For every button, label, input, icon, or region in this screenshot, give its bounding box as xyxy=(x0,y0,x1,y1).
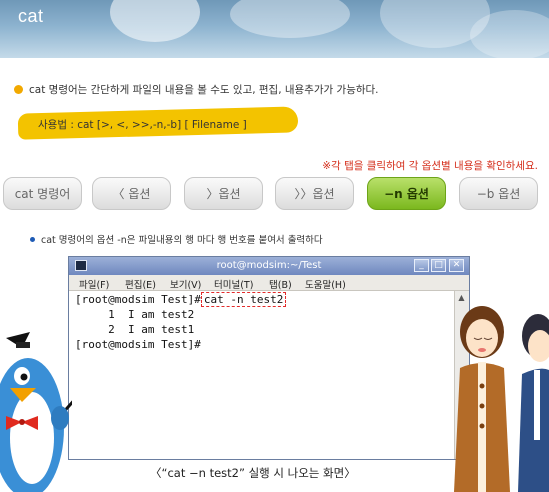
people-illustration-icon xyxy=(454,306,549,492)
terminal-line: [root@modsim Test]# xyxy=(75,338,201,351)
usage-text: 사용법 : cat [>, <, >>,-n,-b] [ Filename ] xyxy=(38,119,247,131)
terminal-output[interactable]: [root@modsim Test]# cat -n test2 1 I am t… xyxy=(69,291,455,459)
bullet-dot-icon xyxy=(14,85,23,94)
terminal-line: 1 I am test2 xyxy=(75,308,195,321)
penguin-mascot-icon xyxy=(0,332,72,492)
description: cat 명령어는 간단하게 파일의 내용을 볼 수도 있고, 편집, 내용추가가… xyxy=(14,82,379,97)
terminal-line: 2 I am test1 xyxy=(75,323,195,336)
tab-append-redirect[interactable]: 〉〉옵션 xyxy=(275,177,354,210)
maximize-icon[interactable]: □ xyxy=(431,259,446,272)
terminal-window: root@modsim:~/Test _ □ ✕ 파일(F) 편집(E) 보기(… xyxy=(68,256,470,460)
highlighted-command: cat -n test2 xyxy=(200,292,287,307)
tab-hint: ※각 탭을 클릭하여 각 옵션별 내용을 확인하세요. xyxy=(322,160,538,172)
option-explanation: cat 명령어의 옵션 -n은 파일내용의 행 마다 행 번호를 붙여서 출력하… xyxy=(30,232,323,246)
bullet-icon xyxy=(30,236,35,242)
figure-caption: 〈“cat −n test2” 실행 시 나오는 화면〉 xyxy=(150,466,356,480)
menu-file[interactable]: 파일(F) xyxy=(79,277,109,291)
tab-input-redirect[interactable]: 〈 옵션 xyxy=(92,177,171,210)
tab-n-option[interactable]: −n 옵션 xyxy=(367,177,446,210)
page-title: cat xyxy=(18,6,44,26)
terminal-prompt: [root@modsim Test]# xyxy=(75,338,201,351)
tab-b-option[interactable]: −b 옵션 xyxy=(459,177,538,210)
terminal-prompt: [root@modsim Test]# xyxy=(75,293,201,306)
tab-output-redirect[interactable]: 〉옵션 xyxy=(184,177,263,210)
menu-tabs[interactable]: 탭(B) xyxy=(269,277,292,291)
terminal-titlebar: root@modsim:~/Test _ □ ✕ xyxy=(69,257,469,275)
description-text: cat 명령어는 간단하게 파일의 내용을 볼 수도 있고, 편집, 내용추가가… xyxy=(29,84,379,96)
page-header: cat xyxy=(0,0,549,58)
option-explanation-text: cat 명령어의 옵션 -n은 파일내용의 행 마다 행 번호를 붙여서 출력하… xyxy=(41,235,323,246)
tab-cat-command[interactable]: cat 명령어 xyxy=(3,177,82,210)
close-icon[interactable]: ✕ xyxy=(449,259,464,272)
terminal-menubar: 파일(F) 편집(E) 보기(V) 터미널(T) 탭(B) 도움말(H) xyxy=(69,275,469,291)
menu-edit[interactable]: 편집(E) xyxy=(125,277,156,291)
minimize-icon[interactable]: _ xyxy=(414,259,429,272)
menu-help[interactable]: 도움말(H) xyxy=(305,277,346,291)
terminal-title: root@modsim:~/Test xyxy=(216,260,322,271)
option-tabs: cat 명령어 〈 옵션 〉옵션 〉〉옵션 −n 옵션 −b 옵션 xyxy=(3,177,543,210)
menu-view[interactable]: 보기(V) xyxy=(170,277,201,291)
terminal-line: [root@modsim Test]# cat -n test2 xyxy=(75,292,287,307)
menu-terminal[interactable]: 터미널(T) xyxy=(214,277,253,291)
